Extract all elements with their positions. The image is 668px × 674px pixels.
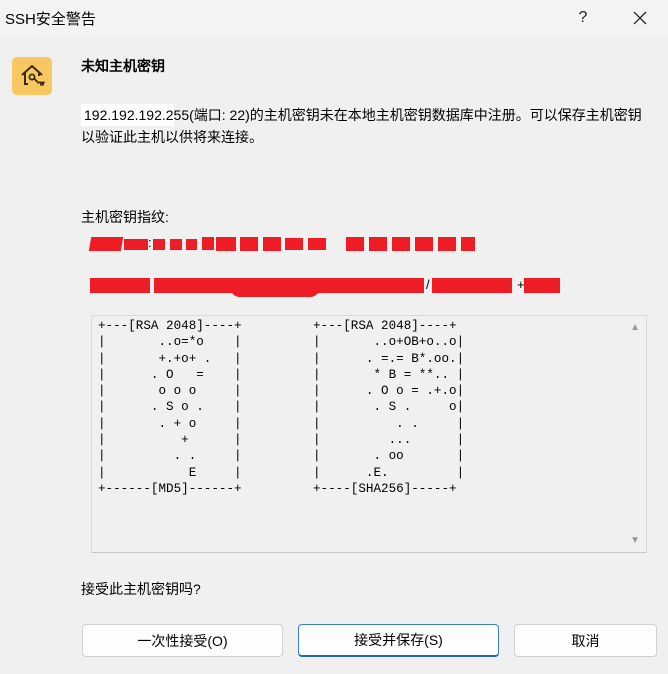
title-bar: SSH安全警告 ?	[0, 0, 668, 36]
redaction-mark	[524, 278, 560, 293]
help-button[interactable]: ?	[563, 4, 603, 32]
redaction-mark	[202, 237, 214, 250]
fingerprint-label: 主机密钥指纹:	[81, 209, 169, 225]
dialog-body: 未知主机密钥 192.192.192.255(端口: 22)的主机密钥未在本地主…	[0, 36, 668, 674]
redaction-mark	[124, 239, 148, 250]
redaction-mark	[308, 238, 326, 250]
accept-once-button[interactable]: 一次性接受(O)	[82, 624, 283, 657]
redaction-mark	[392, 237, 410, 251]
randomart-sha256: +---[RSA 2048]----+ | ..o+OB+o..o| | . =…	[313, 319, 465, 496]
redaction-mark	[415, 237, 433, 251]
redaction-mark	[369, 237, 387, 251]
dialog-heading: 未知主机密钥	[81, 58, 165, 74]
cancel-button[interactable]: 取消	[514, 624, 657, 657]
redaction-mark	[216, 237, 236, 251]
redaction-mark	[170, 239, 182, 250]
randomart-md5: +---[RSA 2048]----+ | ..o=*o | | +.+o+ .…	[98, 319, 242, 496]
redaction-mark	[88, 237, 124, 251]
redaction-mark	[432, 278, 512, 293]
host-ip: 192.192.192.2	[81, 104, 174, 126]
accept-question: 接受此主机密钥吗?	[81, 581, 201, 597]
accept-and-save-button[interactable]: 接受并保存(S)	[298, 624, 499, 657]
scroll-up-arrow-icon[interactable]: ▲	[630, 322, 640, 333]
redaction-mark	[90, 278, 150, 293]
redaction-mark	[153, 239, 165, 250]
randomart-box[interactable]: +---[RSA 2048]----+ | ..o=*o | | +.+o+ .…	[91, 315, 647, 553]
redaction-mark	[230, 287, 320, 297]
redaction-mark	[461, 237, 475, 251]
window-title: SSH安全警告	[5, 11, 96, 28]
redaction-mark	[240, 237, 258, 251]
close-button[interactable]	[620, 4, 660, 32]
close-icon	[633, 11, 647, 25]
fingerprint-separator: :	[148, 235, 152, 250]
house-key-icon	[12, 57, 52, 95]
redaction-mark	[346, 237, 364, 251]
redaction-mark	[263, 237, 281, 251]
fingerprint-slash: /	[426, 277, 430, 292]
redaction-mark	[438, 237, 456, 251]
scroll-down-arrow-icon[interactable]: ▼	[630, 535, 640, 546]
warning-message: 192.192.192.255(端口: 22)的主机密钥未在本地主机密钥数据库中…	[81, 104, 651, 148]
redaction-mark	[186, 239, 197, 250]
redaction-mark	[285, 238, 303, 250]
